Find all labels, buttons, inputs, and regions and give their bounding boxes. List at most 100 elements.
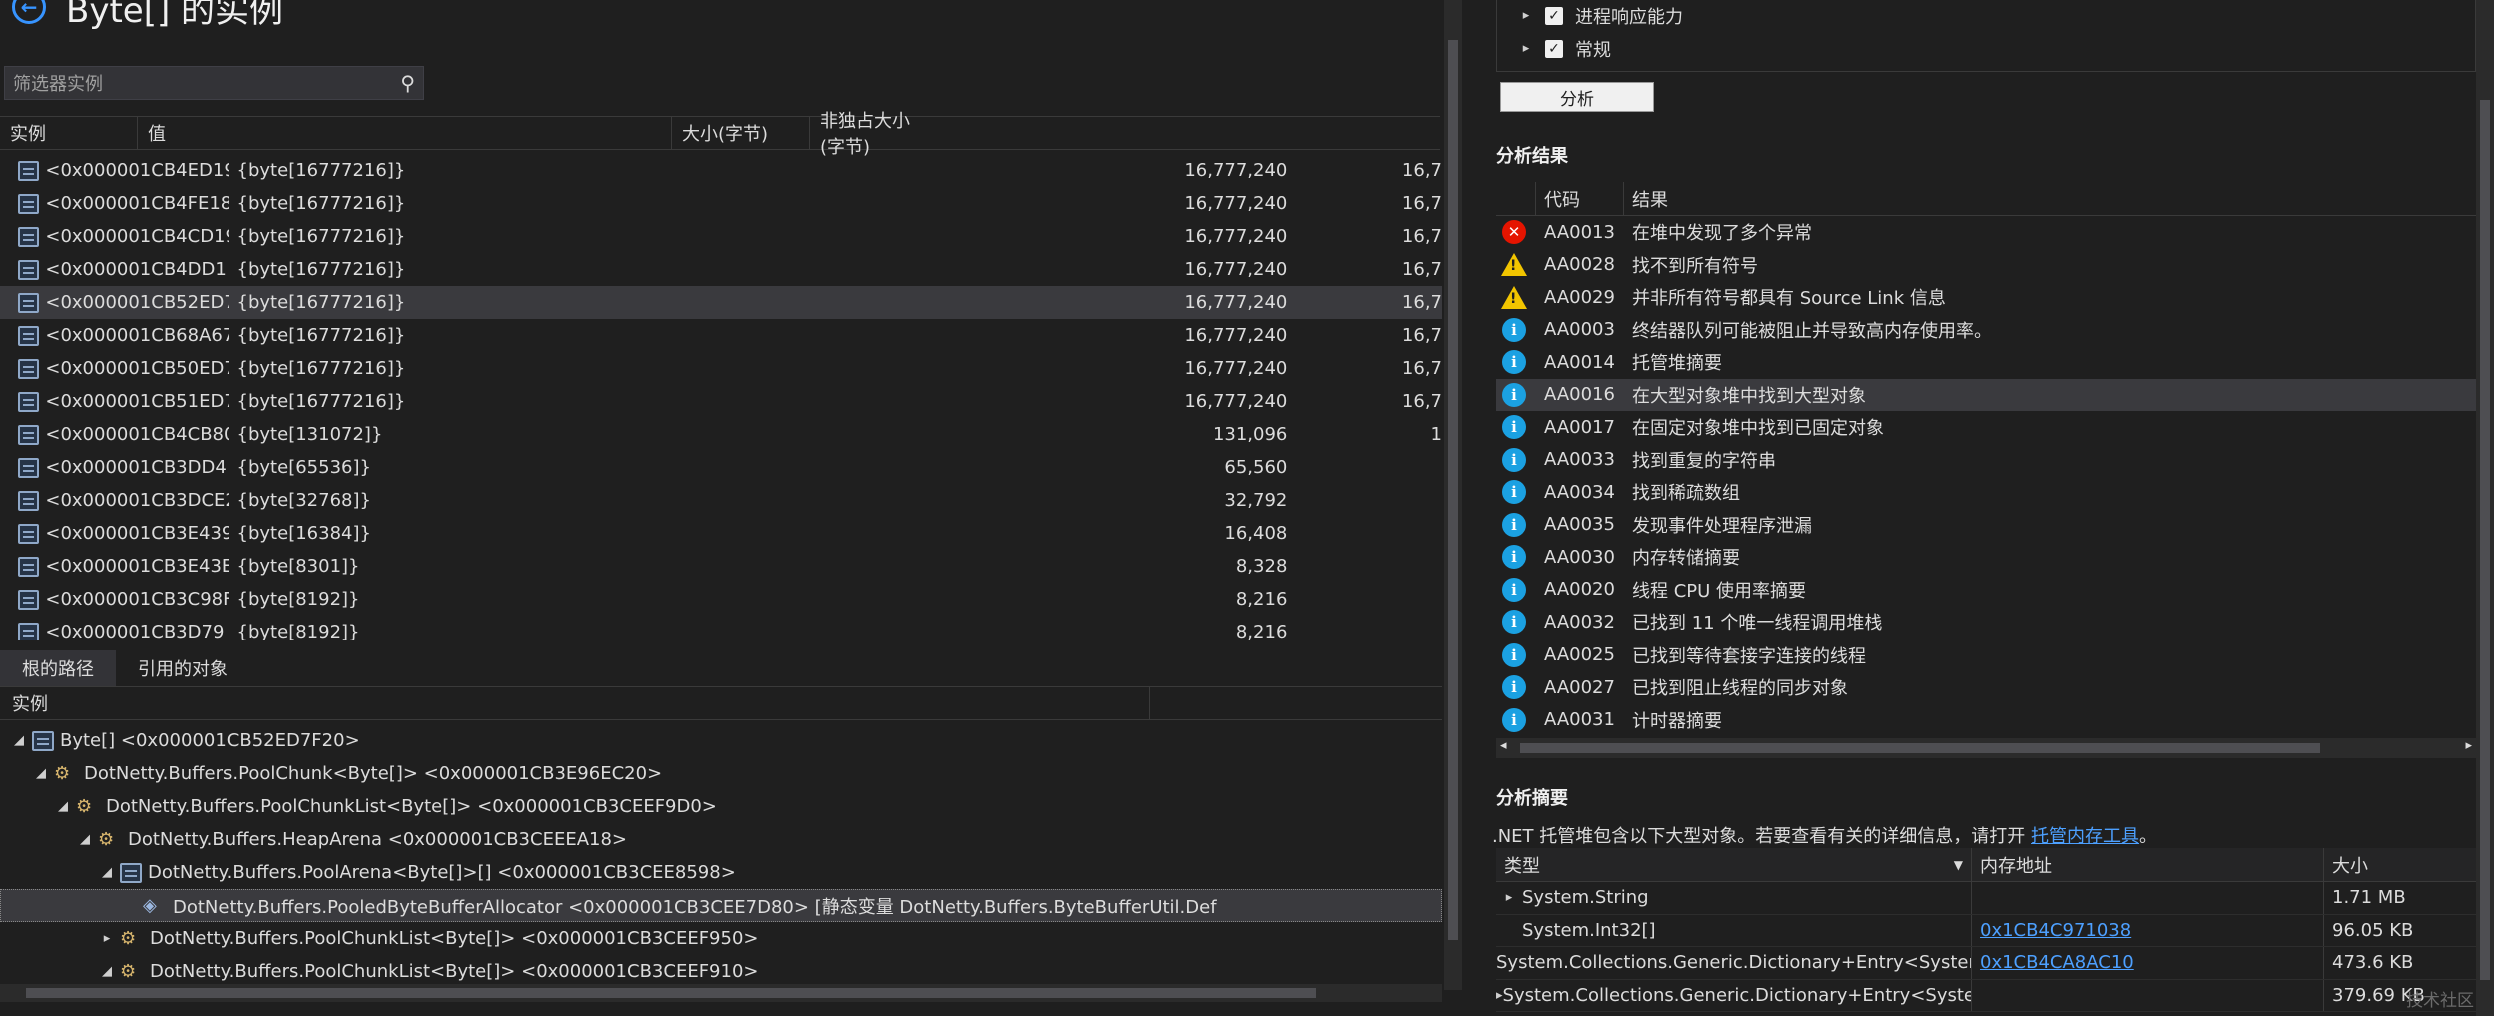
result-code: AA0034	[1544, 481, 1615, 503]
col-result[interactable]: 结果	[1624, 186, 1668, 212]
expand-arrow-icon[interactable]: ◢	[32, 766, 50, 781]
instance-row[interactable]: <0x000001CB50ED7 {byte[16777216]} 16,777,2…	[0, 352, 1442, 385]
rule-item[interactable]: ▸ ✓ 进程响应能力	[1497, 0, 2475, 32]
tree-col-instance[interactable]: 实例	[0, 687, 1150, 719]
hscroll-thumb[interactable]	[26, 988, 1316, 998]
result-row[interactable]: ✕ AA0013 在堆中发现了多个异常	[1496, 216, 2476, 249]
result-row[interactable]: i AA0031 计时器摘要	[1496, 704, 2476, 737]
tree-node[interactable]: ◢ DotNetty.Buffers.PoolArena<Byte[]>[] <0…	[0, 856, 1442, 889]
col-code[interactable]: 代码	[1536, 182, 1624, 215]
tree-node[interactable]: ▸ ⚙ DotNetty.Buffers.PoolChunkList<Byte[]>…	[0, 922, 1442, 955]
back-arrow-icon[interactable]: ←	[12, 0, 46, 24]
tab-root-path[interactable]: 根的路径	[0, 650, 116, 686]
results-hscroll[interactable]: ◂ ▸	[1496, 738, 2476, 758]
result-row[interactable]: i AA0035 发现事件处理程序泄漏	[1496, 509, 2476, 542]
result-row[interactable]: i AA0016 在大型对象堆中找到大型对象	[1496, 378, 2476, 411]
summary-row[interactable]: System.Collections.Generic.Dictionary+En…	[1496, 947, 2476, 980]
tab-referenced-objects[interactable]: 引用的对象	[116, 650, 250, 686]
tree-node[interactable]: ◢ Byte[] <0x000001CB52ED7F20>	[0, 724, 1442, 757]
memory-address-link[interactable]: 0x1CB4C971038	[1980, 920, 2131, 941]
instance-size: 8,328	[1235, 556, 1288, 577]
checkbox-checked-icon[interactable]: ✓	[1545, 6, 1563, 25]
expand-arrow-icon[interactable]: ◢	[76, 832, 94, 847]
scroll-right-icon[interactable]: ▸	[2465, 738, 2472, 753]
summary-address-cell	[1972, 882, 2324, 914]
result-row[interactable]: i AA0017 在固定对象堆中找到已固定对象	[1496, 411, 2476, 444]
instance-address: <0x000001CB4CD19	[45, 226, 229, 247]
tree-node[interactable]: ◢ ⚙ DotNetty.Buffers.PoolChunkList<Byte[]>…	[0, 790, 1442, 823]
managed-memory-link[interactable]: 托管内存工具	[2031, 826, 2139, 847]
result-row[interactable]: i AA0034 找到稀疏数组	[1496, 476, 2476, 509]
object-icon	[18, 160, 40, 181]
result-row[interactable]: i AA0003 终结器队列可能被阻止并导致高内存使用率。	[1496, 314, 2476, 347]
result-row[interactable]: i AA0020 线程 CPU 使用率摘要	[1496, 574, 2476, 607]
instance-row[interactable]: <0x000001CB3DD4 {byte[65536]} 65,560	[0, 451, 1442, 484]
instance-row[interactable]: <0x000001CB52ED7 {byte[16777216]} 16,777,2…	[0, 286, 1442, 319]
tree-node[interactable]: ◢ ⚙ DotNetty.Buffers.HeapArena <0x000001CB…	[0, 823, 1442, 856]
object-icon	[120, 862, 142, 883]
instance-row[interactable]: <0x000001CB51ED7 {byte[16777216]} 16,777,2…	[0, 385, 1442, 418]
result-row[interactable]: i AA0014 托管堆摘要	[1496, 346, 2476, 379]
col-address[interactable]: 内存地址	[1972, 848, 2324, 881]
instance-row[interactable]: <0x000001CB3DCE2 {byte[32768]} 32,792	[0, 484, 1442, 517]
expand-arrow-icon[interactable]: ◢	[98, 865, 116, 880]
right-vertical-scrollbar[interactable]	[2476, 0, 2494, 1016]
tree-node[interactable]: ◈ DotNetty.Buffers.PooledByteBufferAlloca…	[0, 889, 1442, 922]
col-type[interactable]: 类型 ▼	[1496, 848, 1972, 881]
expand-arrow-icon[interactable]: ◢	[10, 733, 28, 748]
tree-node[interactable]: ◢ ⚙ DotNetty.Buffers.PoolChunk<Byte[]> <0x…	[0, 757, 1442, 790]
search-icon[interactable]: ⚲	[400, 71, 415, 95]
results-hscroll-thumb[interactable]	[1520, 743, 2320, 753]
result-row[interactable]: i AA0033 找到重复的字符串	[1496, 444, 2476, 477]
instance-row[interactable]: <0x000001CB3C98F {byte[8192]} 8,216	[0, 583, 1442, 616]
expand-arrow-icon[interactable]: ◢	[98, 964, 116, 979]
summary-row[interactable]: ▸ System.Collections.Generic.Dictionary+E…	[1496, 979, 2476, 1012]
expand-arrow-icon[interactable]: ▸	[1517, 41, 1535, 56]
col-value[interactable]: 值	[138, 117, 672, 149]
result-row[interactable]: i AA0032 已找到 11 个唯一线程调用堆栈	[1496, 606, 2476, 639]
instance-size: 8,216	[1235, 622, 1288, 640]
col-size[interactable]: 大小(字节)	[672, 117, 810, 149]
instance-row[interactable]: <0x000001CB3E43E {byte[8301]} 8,328	[0, 550, 1442, 583]
scrollbar-thumb[interactable]	[1448, 40, 1458, 940]
expand-arrow-icon[interactable]: ◢	[54, 799, 72, 814]
result-row[interactable]: ! AA0028 找不到所有符号	[1496, 249, 2476, 282]
instance-row[interactable]: <0x000001CB4ED19 {byte[16777216]} 16,777,2…	[0, 154, 1442, 187]
filter-input[interactable]: 筛选器实例 ⚲	[4, 66, 424, 100]
tree-node[interactable]: ◢ ⚙ DotNetty.Buffers.PoolChunkList<Byte[]>…	[0, 955, 1442, 984]
instance-row[interactable]: <0x000001CB4FE18 {byte[16777216]} 16,777,2…	[0, 187, 1442, 220]
expand-arrow-icon[interactable]: ▸	[98, 931, 116, 946]
instance-row[interactable]: <0x000001CB4CB80 {byte[131072]} 131,096 1	[0, 418, 1442, 451]
instance-row[interactable]: <0x000001CB3D79 {byte[8192]} 8,216	[0, 616, 1442, 640]
horizontal-scrollbar[interactable]	[0, 984, 1442, 1002]
result-row[interactable]: i AA0030 内存转储摘要	[1496, 541, 2476, 574]
instance-row[interactable]: <0x000001CB3E439 {byte[16384]} 16,408	[0, 517, 1442, 550]
instance-row[interactable]: <0x000001CB4CD19 {byte[16777216]} 16,777,2…	[0, 220, 1442, 253]
tree-node-label: Byte[] <0x000001CB52ED7F20>	[60, 730, 360, 751]
tree-node-label: DotNetty.Buffers.PoolArena<Byte[]>[] <0x…	[148, 862, 736, 883]
dropdown-chevron-icon[interactable]: ▼	[1954, 858, 1963, 872]
instance-value: {byte[16777216]}	[236, 259, 406, 280]
expand-arrow-icon[interactable]: ▸	[1496, 890, 1522, 905]
expand-arrow-icon[interactable]: ▸	[1517, 8, 1535, 23]
memory-address-link[interactable]: 0x1CB4CA8AC10	[1980, 952, 2134, 973]
col-instance[interactable]: 实例	[0, 117, 138, 149]
summary-type: System.Collections.Generic.Dictionary+En…	[1502, 984, 1972, 1006]
instance-row[interactable]: <0x000001CB4DD1 {byte[16777216]} 16,777,24…	[0, 253, 1442, 286]
results-header: 代码 结果	[1496, 182, 2476, 216]
right-scrollbar-thumb[interactable]	[2480, 100, 2490, 980]
vertical-scrollbar[interactable]	[1444, 0, 1462, 990]
result-row[interactable]: i AA0027 已找到阻止线程的同步对象	[1496, 671, 2476, 704]
scroll-left-icon[interactable]: ◂	[1500, 738, 1507, 753]
summary-row[interactable]: ▸ System.String 1.71 MB	[1496, 882, 2476, 915]
col-excl-size[interactable]: 非独占大小(字节)	[810, 111, 910, 158]
rule-item[interactable]: ▸ ✓ 常规	[1497, 32, 2475, 65]
col-size[interactable]: 大小	[2324, 852, 2434, 878]
instance-excl-size: 16,7	[1401, 325, 1442, 346]
instance-row[interactable]: <0x000001CB68A67 {byte[16777216]} 16,777,2…	[0, 319, 1442, 352]
summary-row[interactable]: System.Int32[] 0x1CB4C971038 96.05 KB	[1496, 914, 2476, 947]
checkbox-checked-icon[interactable]: ✓	[1545, 39, 1563, 58]
result-row[interactable]: i AA0025 已找到等待套接字连接的线程	[1496, 639, 2476, 672]
result-row[interactable]: ! AA0029 并非所有符号都具有 Source Link 信息	[1496, 281, 2476, 314]
analyze-button[interactable]: 分析	[1500, 82, 1654, 112]
